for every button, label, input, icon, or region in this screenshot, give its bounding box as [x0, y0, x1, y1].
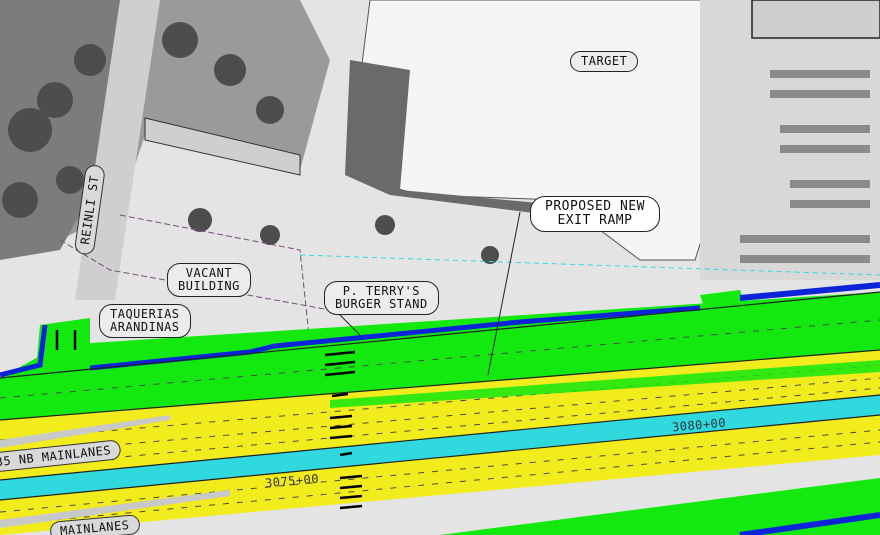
engineering-map: TARGET PROPOSED NEW EXIT RAMP VACANT BUI…	[0, 0, 880, 535]
proposed-exit-ramp-label: PROPOSED NEW EXIT RAMP	[530, 196, 660, 232]
pterrys-line2: BURGER STAND	[335, 297, 428, 311]
proposed-ramp-line2: EXIT RAMP	[557, 213, 633, 228]
sb-mainlanes-text: MAINLANES	[59, 517, 131, 535]
vacant-building-label: VACANT BUILDING	[167, 263, 251, 297]
pterrys-label: P. TERRY'S BURGER STAND	[324, 281, 439, 315]
target-label-text: TARGET	[581, 54, 628, 68]
aerial-and-roadway	[0, 0, 880, 535]
vacant-line2: BUILDING	[178, 279, 240, 293]
taquerias-line2: ARANDINAS	[110, 320, 180, 334]
target-label: TARGET	[570, 51, 639, 72]
top-right-parcel	[751, 0, 880, 39]
taquerias-label: TAQUERIAS ARANDINAS	[99, 304, 191, 338]
proposed-ramp-line1: PROPOSED NEW	[545, 199, 645, 214]
